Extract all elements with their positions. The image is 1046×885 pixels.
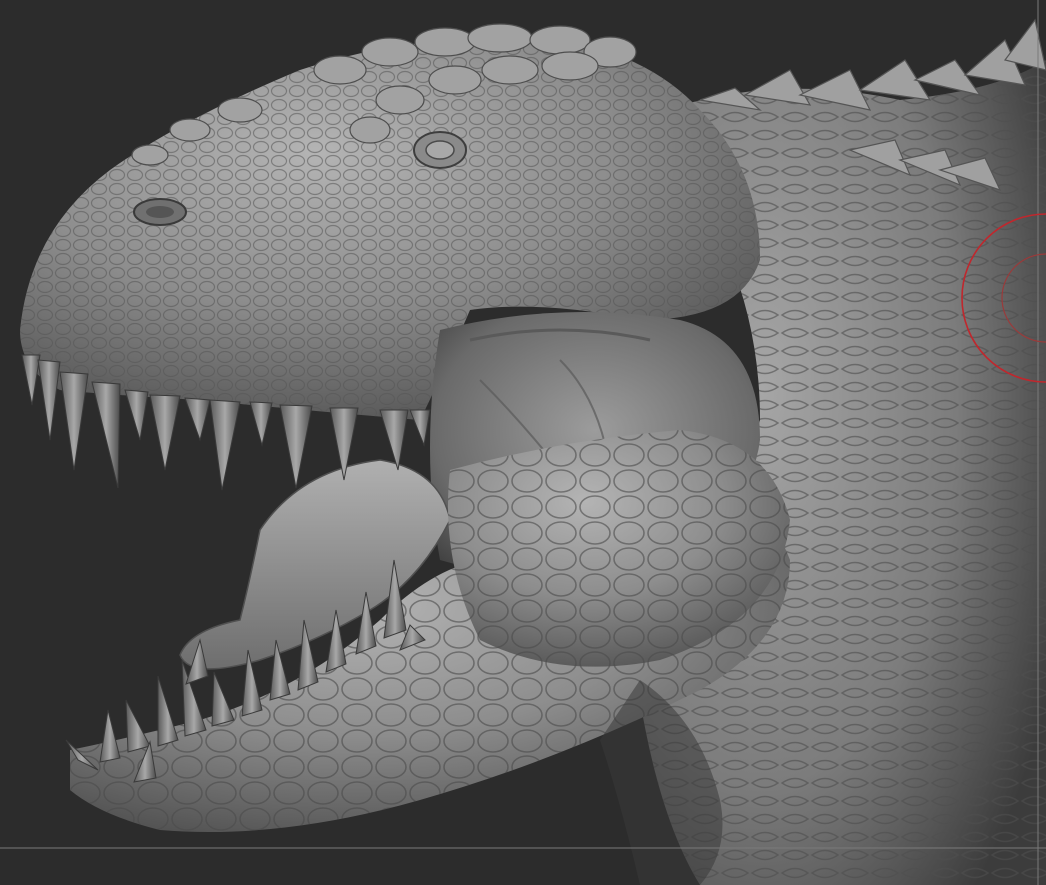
eye <box>413 131 467 169</box>
sculpt-viewport[interactable] <box>0 0 1046 885</box>
nostril <box>133 198 187 226</box>
viewport-canvas[interactable] <box>0 0 1046 885</box>
